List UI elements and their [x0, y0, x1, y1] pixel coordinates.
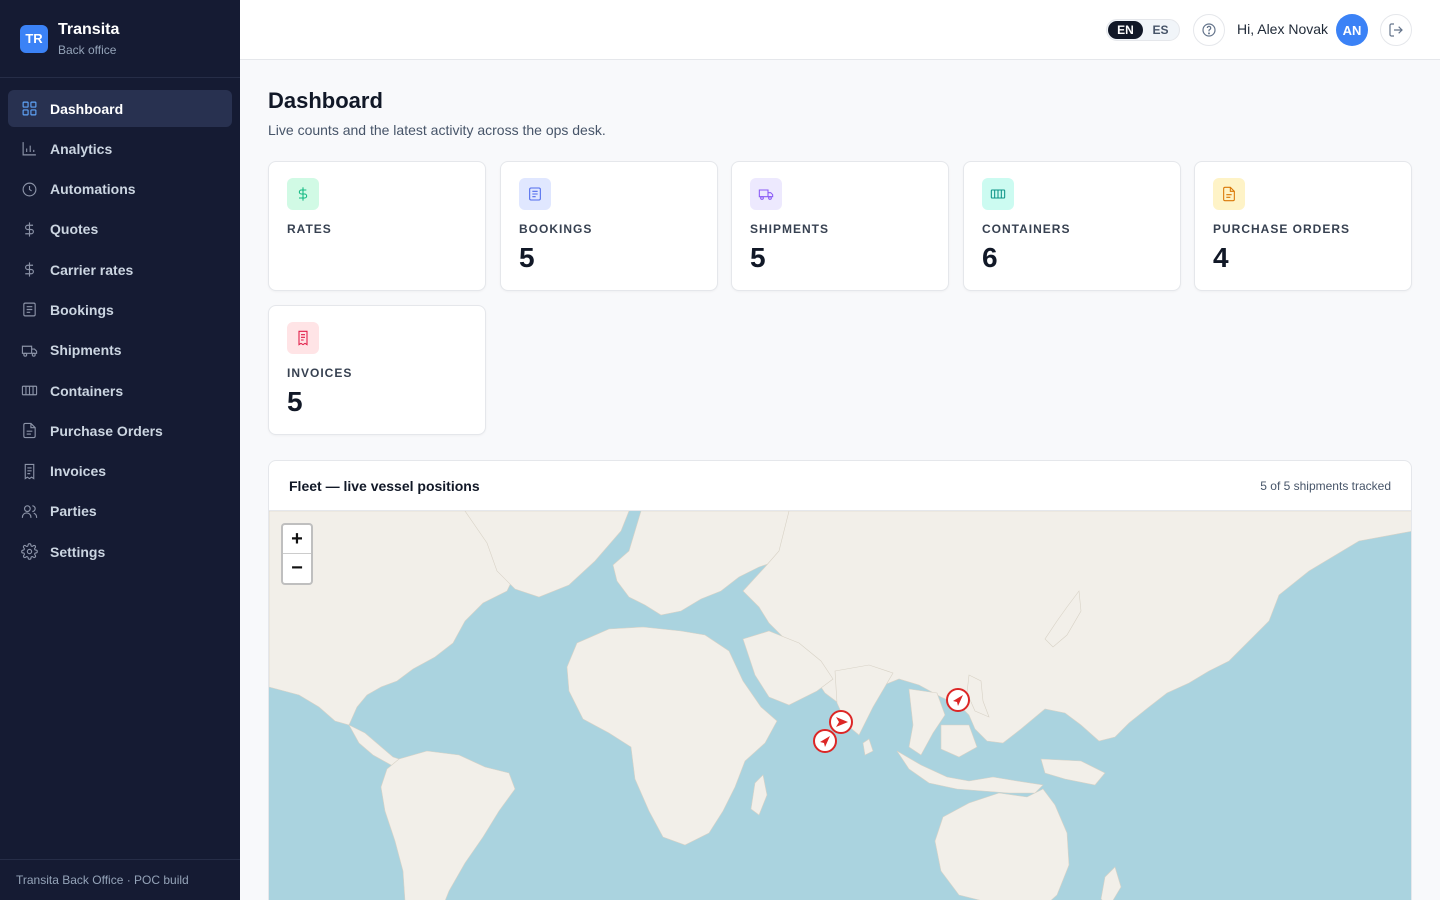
- stat-value: 5: [287, 386, 303, 417]
- sidebar-item-purchase-orders[interactable]: Purchase Orders: [8, 412, 232, 449]
- stat-label: SHIPMENTS: [750, 222, 830, 236]
- landmass-new-zealand: [1100, 866, 1122, 900]
- vessel-marker[interactable]: [812, 728, 838, 754]
- receipt-icon: [20, 462, 38, 480]
- sidebar-item-label: Containers: [50, 382, 124, 399]
- brand[interactable]: TR Transita Back office: [0, 0, 240, 78]
- zoom-out-button[interactable]: −: [283, 554, 311, 583]
- sidebar-footer: Transita Back Office · POC build: [0, 859, 240, 900]
- landmass-africa: [566, 626, 778, 846]
- help-button[interactable]: [1193, 14, 1225, 46]
- sidebar-item-label: Bookings: [50, 301, 114, 318]
- file-icon: [20, 422, 38, 440]
- truck-icon: [20, 341, 38, 359]
- zoom-in-button[interactable]: +: [283, 525, 311, 554]
- stat-value: 4: [1213, 242, 1229, 273]
- file-icon: [1213, 178, 1245, 210]
- sidebar-item-quotes[interactable]: Quotes: [8, 211, 232, 248]
- sidebar-item-label: Shipments: [50, 342, 122, 359]
- page-title: Dashboard: [268, 88, 383, 113]
- sidebar-item-label: Parties: [50, 503, 97, 520]
- sidebar-nav: Dashboard Analytics Automations Quotes C…: [0, 78, 240, 570]
- brand-name: Transita: [58, 20, 120, 38]
- stat-value: 6: [982, 242, 998, 273]
- vessel-marker[interactable]: [945, 687, 971, 713]
- logout-icon: [1389, 23, 1403, 37]
- landmass-indonesia: [896, 750, 1044, 794]
- brand-logo: TR: [20, 24, 48, 53]
- landmass-se-asia: [908, 688, 946, 756]
- landmass-australia: [934, 788, 1070, 900]
- stat-label: RATES: [287, 222, 332, 236]
- bar-chart-icon: [20, 140, 38, 158]
- dollar-icon: [20, 261, 38, 279]
- sidebar-item-label: Settings: [50, 543, 106, 560]
- users-icon: [20, 502, 38, 520]
- receipt-icon: [287, 322, 319, 354]
- sidebar-item-shipments[interactable]: Shipments: [8, 332, 232, 369]
- sidebar-item-parties[interactable]: Parties: [8, 493, 232, 530]
- stat-label: BOOKINGS: [519, 222, 593, 236]
- stat-value: 5: [519, 242, 535, 273]
- topbar: EN ES Hi, Alex Novak AN: [240, 0, 1440, 60]
- stat-card-containers[interactable]: CONTAINERS 6: [963, 161, 1181, 291]
- brand-subtitle: Back office: [58, 42, 117, 57]
- sidebar-item-label: Quotes: [50, 221, 99, 238]
- stat-label: CONTAINERS: [982, 222, 1071, 236]
- sidebar-item-carrier-rates[interactable]: Carrier rates: [8, 251, 232, 288]
- stat-label: PURCHASE ORDERS: [1213, 222, 1351, 236]
- clock-icon: [20, 180, 38, 198]
- sidebar-item-bookings[interactable]: Bookings: [8, 291, 232, 328]
- landmass-sri-lanka: [862, 738, 874, 756]
- stat-card-rates[interactable]: RATES: [268, 161, 486, 291]
- help-icon: [1202, 23, 1216, 37]
- landmass-madagascar: [750, 774, 768, 816]
- truck-icon: [750, 178, 782, 210]
- world-map: [269, 510, 1411, 900]
- sidebar-item-automations[interactable]: Automations: [8, 171, 232, 208]
- fleet-map[interactable]: + −: [269, 510, 1411, 900]
- lang-en-button[interactable]: EN: [1108, 21, 1143, 39]
- sidebar-item-containers[interactable]: Containers: [8, 372, 232, 409]
- stat-card-purchase-orders[interactable]: PURCHASE ORDERS 4: [1194, 161, 1412, 291]
- logout-button[interactable]: [1380, 14, 1412, 46]
- dollar-icon: [287, 178, 319, 210]
- container-icon: [982, 178, 1014, 210]
- sidebar-item-analytics[interactable]: Analytics: [8, 130, 232, 167]
- sidebar-item-dashboard[interactable]: Dashboard: [8, 90, 232, 127]
- language-switcher: EN ES: [1106, 19, 1180, 41]
- sidebar-item-label: Purchase Orders: [50, 422, 163, 439]
- landmass-new-guinea: [1040, 758, 1106, 786]
- stat-card-shipments[interactable]: SHIPMENTS 5: [731, 161, 949, 291]
- lang-es-button[interactable]: ES: [1143, 21, 1178, 39]
- document-icon: [519, 178, 551, 210]
- stat-value: 5: [750, 242, 766, 273]
- document-icon: [20, 301, 38, 319]
- fleet-header: Fleet — live vessel positions 5 of 5 shi…: [269, 461, 1411, 511]
- user-greeting: Hi, Alex Novak: [1237, 21, 1329, 37]
- stat-label: INVOICES: [287, 366, 353, 380]
- landmass-borneo: [940, 724, 978, 758]
- fleet-title: Fleet — live vessel positions: [289, 477, 480, 494]
- sidebar: TR Transita Back office Dashboard Analyt…: [0, 0, 240, 900]
- sidebar-item-invoices[interactable]: Invoices: [8, 453, 232, 490]
- landmass-south-america: [380, 750, 516, 900]
- sidebar-item-label: Carrier rates: [50, 261, 134, 278]
- page-subtitle: Live counts and the latest activity acro…: [268, 122, 606, 138]
- zoom-control: + −: [281, 523, 313, 585]
- container-icon: [20, 382, 38, 400]
- sidebar-item-label: Analytics: [50, 140, 113, 157]
- grid-icon: [20, 100, 38, 118]
- stat-card-bookings[interactable]: BOOKINGS 5: [500, 161, 718, 291]
- gear-icon: [20, 543, 38, 561]
- avatar[interactable]: AN: [1336, 14, 1368, 46]
- fleet-panel: Fleet — live vessel positions 5 of 5 shi…: [268, 460, 1412, 900]
- stat-card-invoices[interactable]: INVOICES 5: [268, 305, 486, 435]
- dollar-icon: [20, 220, 38, 238]
- sidebar-item-label: Dashboard: [50, 100, 124, 117]
- fleet-count: 5 of 5 shipments tracked: [1260, 478, 1391, 493]
- sidebar-item-label: Invoices: [50, 463, 107, 480]
- sidebar-item-label: Automations: [50, 181, 136, 198]
- sidebar-item-settings[interactable]: Settings: [8, 533, 232, 570]
